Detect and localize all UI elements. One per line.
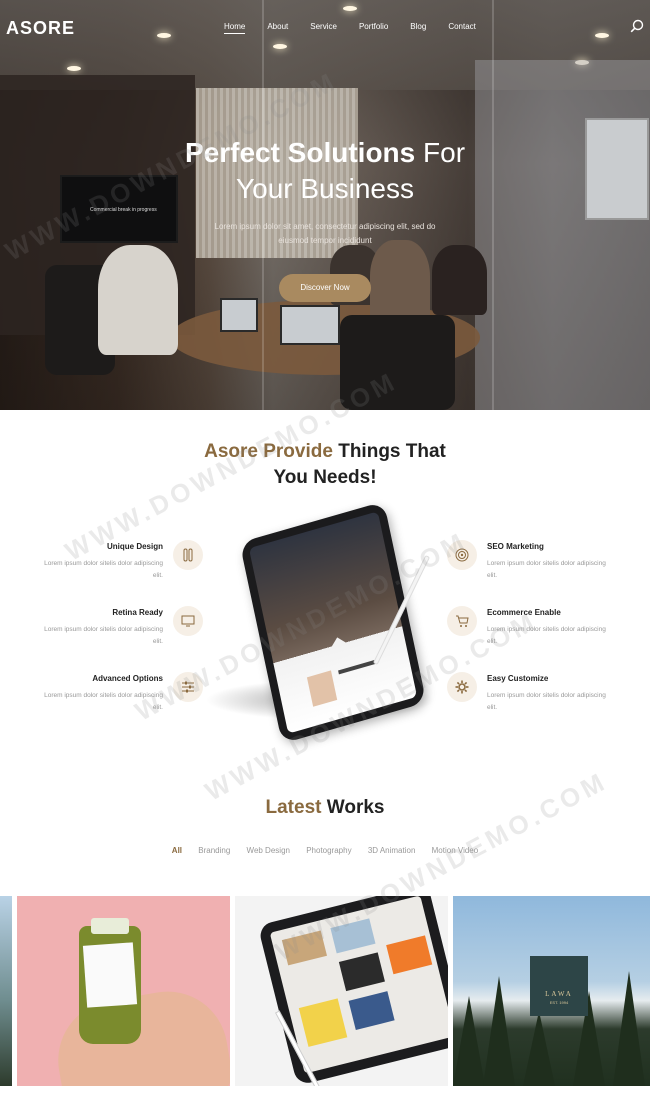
tree xyxy=(453,996,485,1086)
works-title: Latest Works xyxy=(0,795,650,821)
lawa-logo-text: LAWA xyxy=(545,990,573,998)
nav-home[interactable]: Home xyxy=(224,22,246,34)
ipad-tile xyxy=(386,935,433,975)
hero-person xyxy=(432,245,487,315)
tree xyxy=(613,971,645,1086)
work-item-tablet[interactable] xyxy=(235,896,448,1086)
hero-title-line2: Your Business xyxy=(236,173,414,204)
feature-title: SEO Marketing xyxy=(487,542,544,551)
feature-ecommerce-enable: Ecommerce Enable Lorem ipsum dolor sitel… xyxy=(487,608,607,648)
feature-title: Unique Design xyxy=(106,542,163,551)
services-title-accent: Asore Provide xyxy=(204,441,333,462)
lawa-logo: LAWA EST. 1994 xyxy=(530,956,588,1016)
hero-glass-wall xyxy=(475,60,650,410)
bottle-label xyxy=(82,942,138,1008)
work-ipad xyxy=(257,896,448,1086)
tv-caption: Commercial break in progress xyxy=(90,207,157,213)
hero-title: Perfect Solutions For Your Business xyxy=(0,135,650,207)
feature-text: Lorem ipsum dolor sitelis dolor adipisci… xyxy=(44,692,163,711)
ipad-tile xyxy=(281,930,327,966)
feature-title: Ecommerce Enable xyxy=(487,608,561,617)
works-filters: All Branding Web Design Photography 3D A… xyxy=(0,846,650,855)
bottle-cap xyxy=(91,918,129,934)
hero-description: Lorem ipsum dolor sit amet, consectetur … xyxy=(214,222,436,245)
search-icon[interactable] xyxy=(630,19,644,33)
discover-now-button[interactable]: Discover Now xyxy=(279,274,371,302)
lawa-logo-sub: EST. 1994 xyxy=(549,1000,569,1005)
work-item-partial[interactable] xyxy=(0,896,12,1086)
filter-web-design[interactable]: Web Design xyxy=(247,846,290,855)
filter-all[interactable]: All xyxy=(172,846,182,855)
sliders-icon xyxy=(182,681,194,693)
filter-branding[interactable]: Branding xyxy=(198,846,230,855)
filter-photography[interactable]: Photography xyxy=(306,846,351,855)
feature-icon-wrap xyxy=(447,540,477,570)
hero-chair xyxy=(340,315,455,410)
services-title-line2: You Needs! xyxy=(273,467,377,488)
ipad-tile xyxy=(338,952,385,992)
hero-laptop xyxy=(220,298,258,332)
work-item-lawa[interactable]: LAWA EST. 1994 xyxy=(453,896,650,1086)
target-icon xyxy=(455,548,469,562)
feature-icon-wrap xyxy=(447,606,477,636)
filter-3d-animation[interactable]: 3D Animation xyxy=(368,846,416,855)
pen-tools-icon xyxy=(183,548,193,562)
feature-advanced-options: Advanced Options Lorem ipsum dolor sitel… xyxy=(43,674,163,714)
tree xyxy=(483,976,515,1086)
feature-icon-wrap xyxy=(173,672,203,702)
top-nav: ASORE Home About Service Portfolio Blog … xyxy=(0,0,650,56)
ipad-tile xyxy=(330,918,376,954)
services-title-rest: Things That xyxy=(338,441,446,462)
hero-title-bold: Perfect Solutions xyxy=(184,137,416,168)
ipad-tile xyxy=(298,998,348,1047)
feature-title: Easy Customize xyxy=(487,674,549,683)
feature-seo-marketing: SEO Marketing Lorem ipsum dolor sitelis … xyxy=(487,542,607,582)
hero-section: Commercial break in progress ASORE Home … xyxy=(0,0,650,410)
feature-text: Lorem ipsum dolor sitelis dolor adipisci… xyxy=(44,560,163,579)
hero-person xyxy=(98,245,178,355)
services-title: Asore Provide Things That You Needs! xyxy=(0,439,650,491)
feature-title: Advanced Options xyxy=(92,674,163,683)
feature-text: Lorem ipsum dolor sitelis dolor adipisci… xyxy=(487,692,606,711)
work-bottle xyxy=(79,918,141,1044)
work-item-juice[interactable] xyxy=(17,896,230,1086)
feature-icon-wrap xyxy=(447,672,477,702)
main-menu: Home About Service Portfolio Blog Contac… xyxy=(224,22,498,34)
feature-easy-customize: Easy Customize Lorem ipsum dolor sitelis… xyxy=(487,674,607,714)
ceiling-light xyxy=(67,66,81,71)
feature-text: Lorem ipsum dolor sitelis dolor adipisci… xyxy=(44,626,163,645)
feature-icon-wrap xyxy=(173,540,203,570)
hero-laptop xyxy=(280,305,340,345)
feature-text: Lorem ipsum dolor sitelis dolor adipisci… xyxy=(487,560,606,579)
cart-icon xyxy=(456,615,469,627)
works-title-rest: Works xyxy=(326,797,385,818)
feature-icon-wrap xyxy=(173,606,203,636)
nav-blog[interactable]: Blog xyxy=(410,22,426,34)
screen-pointer xyxy=(329,635,347,648)
screen-heading xyxy=(338,659,378,675)
monitor-icon xyxy=(181,615,195,627)
screen-card xyxy=(306,670,338,707)
nav-portfolio[interactable]: Portfolio xyxy=(359,22,388,34)
nav-service[interactable]: Service xyxy=(310,22,337,34)
feature-unique-design: Unique Design Lorem ipsum dolor sitelis … xyxy=(43,542,163,582)
nav-about[interactable]: About xyxy=(267,22,288,34)
feature-text: Lorem ipsum dolor sitelis dolor adipisci… xyxy=(487,626,606,645)
filter-motion-video[interactable]: Motion Video xyxy=(432,846,479,855)
gear-icon xyxy=(455,680,469,694)
tree xyxy=(523,1011,555,1086)
ipad-tile xyxy=(348,991,395,1030)
site-logo[interactable]: ASORE xyxy=(6,18,75,39)
hero-title-rest: For xyxy=(423,137,466,168)
nav-contact[interactable]: Contact xyxy=(448,22,476,34)
feature-retina-ready: Retina Ready Lorem ipsum dolor sitelis d… xyxy=(43,608,163,648)
works-title-accent: Latest xyxy=(265,797,322,818)
feature-title: Retina Ready xyxy=(112,608,163,617)
